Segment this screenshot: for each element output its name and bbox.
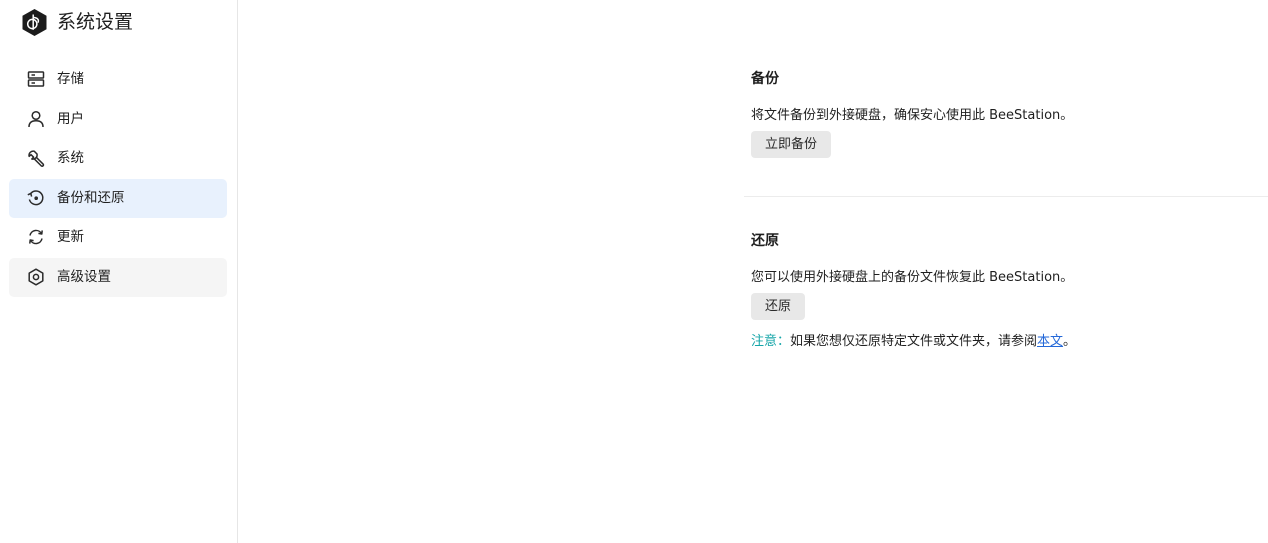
sidebar-item-storage[interactable]: 存储 <box>9 60 227 99</box>
backup-description: 将文件备份到外接硬盘，确保安心使用此 BeeStation。 <box>751 108 1074 123</box>
beestation-logo-icon <box>22 8 47 36</box>
sidebar-item-label: 系统 <box>57 150 84 167</box>
sidebar-item-update[interactable]: 更新 <box>9 218 227 257</box>
storage-icon <box>27 71 45 87</box>
sidebar-item-system[interactable]: 系统 <box>9 139 227 178</box>
restore-button[interactable]: 还原 <box>751 293 806 320</box>
sidebar-item-advanced-settings[interactable]: 高级设置 <box>9 257 227 297</box>
restore-section: 还原 您可以使用外接硬盘上的备份文件恢复此 BeeStation。 还原 注意：… <box>751 231 1251 352</box>
user-icon <box>28 110 44 127</box>
sidebar: 系统设置 存储 用户 系统 备份和还原 更新 高级设置 <box>0 0 238 543</box>
backup-now-button[interactable]: 立即备份 <box>751 131 832 158</box>
sidebar-item-users[interactable]: 用户 <box>9 100 227 139</box>
backup-restore-icon <box>27 190 44 206</box>
sidebar-item-label: 更新 <box>57 229 84 246</box>
update-icon <box>29 230 43 245</box>
restore-note: 注意：如果您想仅还原特定文件或文件夹，请参阅本文。 <box>751 332 1251 352</box>
section-divider <box>744 196 1268 197</box>
sidebar-nav: 存储 用户 系统 备份和还原 更新 高级设置 <box>9 60 227 298</box>
system-settings-window: 系统设置 存储 用户 系统 备份和还原 更新 高级设置 备份 将文件备份到外接硬… <box>0 0 1268 543</box>
backup-section: 备份 将文件备份到外接硬盘，确保安心使用此 BeeStation。 立即备份 <box>751 69 1251 158</box>
note-link[interactable]: 本文 <box>1037 334 1063 349</box>
sidebar-item-label: 备份和还原 <box>57 189 125 206</box>
app-header: 系统设置 <box>20 7 133 37</box>
restore-description: 您可以使用外接硬盘上的备份文件恢复此 BeeStation。 <box>751 270 1074 285</box>
main-content: 备份 将文件备份到外接硬盘，确保安心使用此 BeeStation。 立即备份 还… <box>239 0 1268 543</box>
sidebar-item-backup-restore[interactable]: 备份和还原 <box>9 178 227 218</box>
note-prefix: 注意： <box>751 334 791 349</box>
backup-title: 备份 <box>751 71 779 87</box>
wrench-icon <box>28 150 45 168</box>
restore-title: 还原 <box>751 233 779 249</box>
note-suffix: 。 <box>1063 334 1077 349</box>
advanced-settings-icon <box>28 268 44 286</box>
sidebar-item-label: 存储 <box>57 71 84 87</box>
note-text: 如果您想仅还原特定文件或文件夹，请参阅 <box>790 334 1038 349</box>
sidebar-item-label: 用户 <box>57 110 84 127</box>
sidebar-item-label: 高级设置 <box>57 268 111 285</box>
app-title: 系统设置 <box>57 11 134 33</box>
